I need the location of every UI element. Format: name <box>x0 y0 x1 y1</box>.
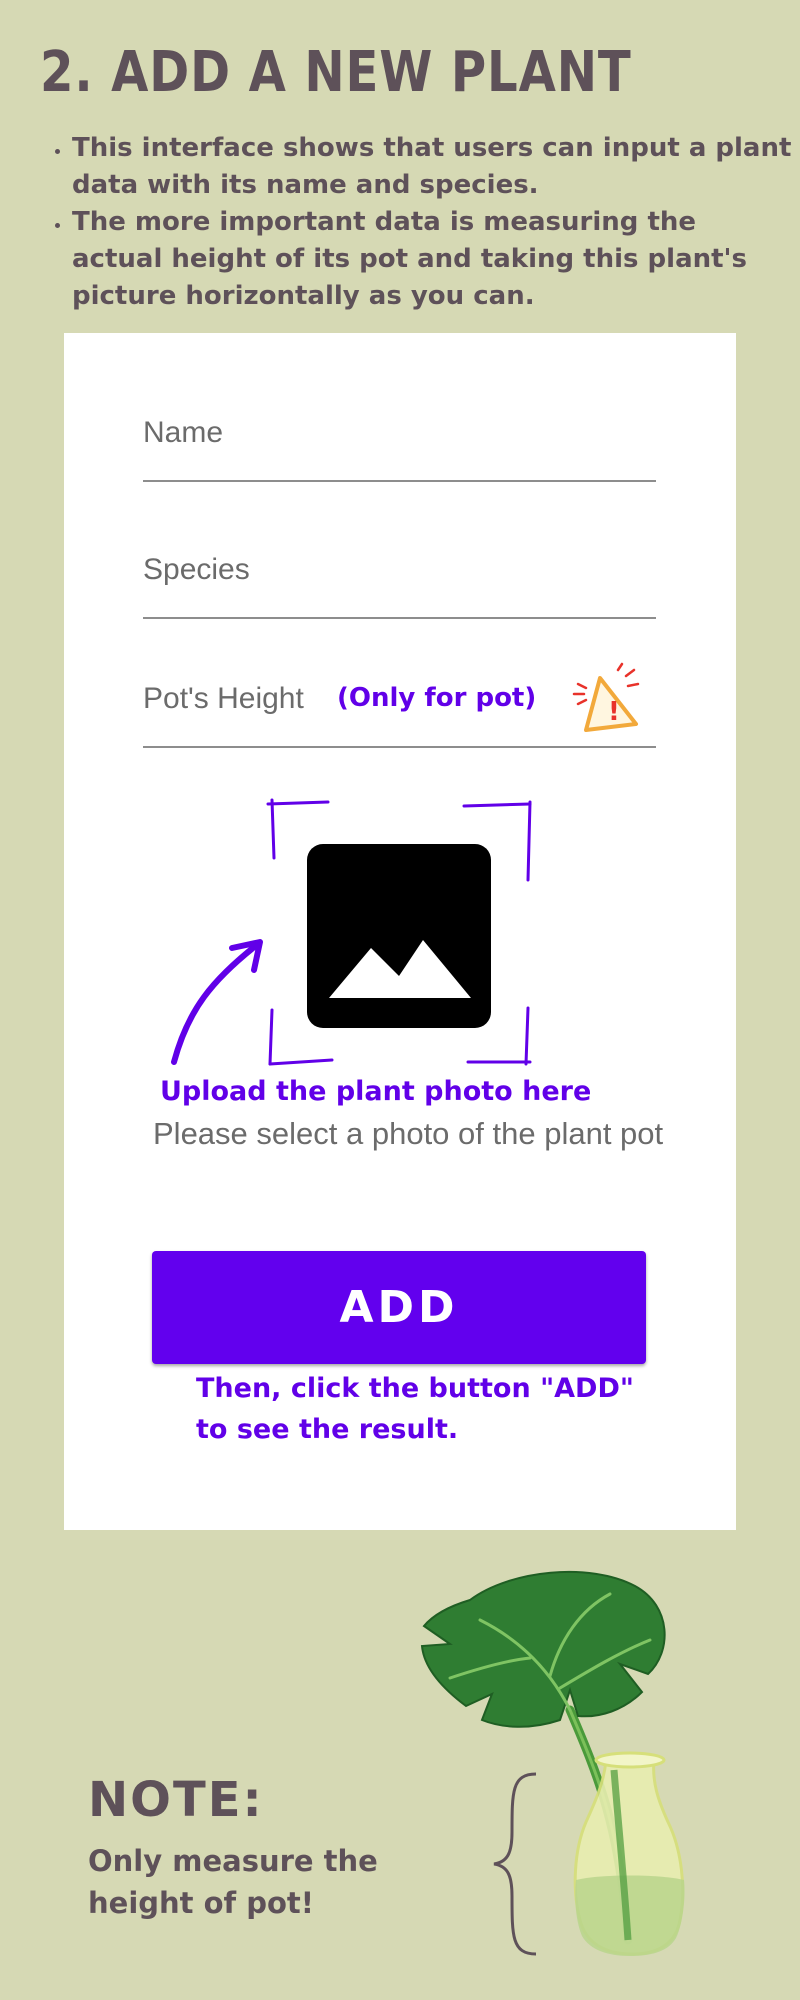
description-list: This interface shows that users can inpu… <box>44 130 792 315</box>
note-title: NOTE: <box>88 1772 264 1828</box>
description-item: This interface shows that users can inpu… <box>72 130 792 204</box>
note-body: Only measure the height of pot! <box>88 1844 378 1920</box>
page-title: 2. ADD A NEW PLANT <box>40 40 632 105</box>
pot-only-annotation: (Only for pot) <box>337 683 537 713</box>
name-field[interactable]: Name <box>143 416 656 482</box>
image-placeholder-icon <box>329 940 471 998</box>
species-field-label: Species <box>143 553 250 586</box>
upload-caption: Upload the plant photo here <box>160 1076 592 1107</box>
photo-upload-button[interactable] <box>307 844 491 1028</box>
plant-illustration <box>420 1570 685 1956</box>
description-item: The more important data is measuring the… <box>72 204 792 315</box>
warning-icon: ! <box>572 662 640 732</box>
name-field-label: Name <box>143 416 224 449</box>
species-field[interactable]: Species <box>143 553 656 619</box>
arrow-icon <box>171 939 263 1065</box>
add-button[interactable]: ADD <box>152 1251 646 1364</box>
photo-hint-text: Please select a photo of the plant pot <box>153 1116 664 1151</box>
add-caption: Then, click the button "ADD" to see the … <box>196 1373 634 1445</box>
svg-text:!: ! <box>608 697 620 727</box>
pot-height-field-label: Pot's Height <box>143 682 304 715</box>
